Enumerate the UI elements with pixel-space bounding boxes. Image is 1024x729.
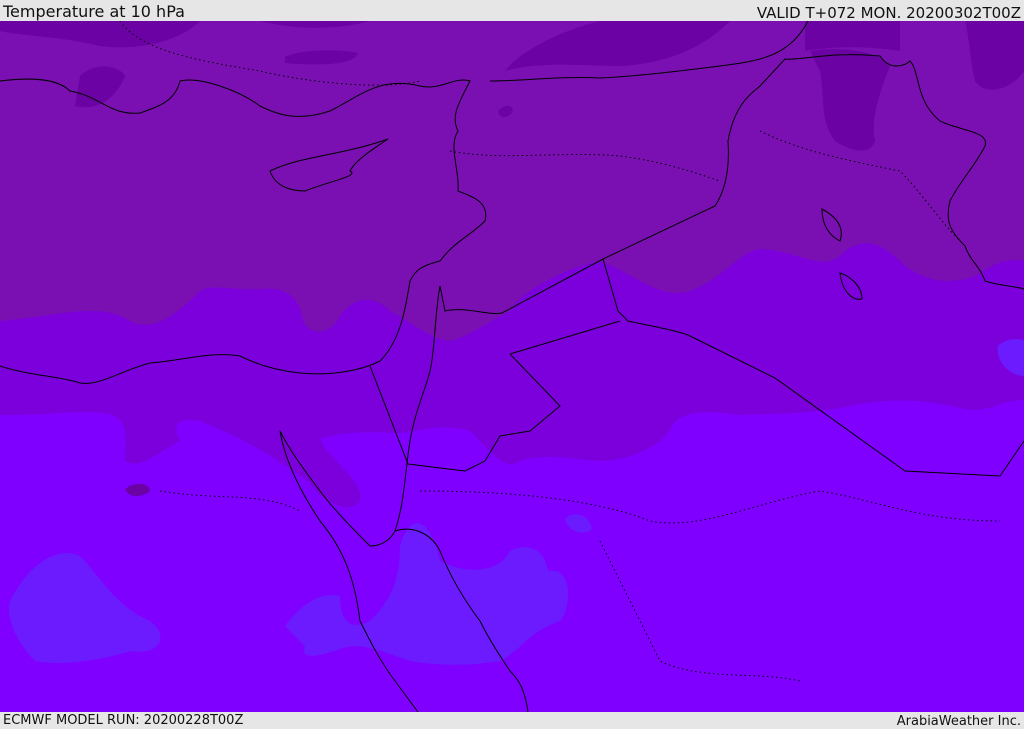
valid-time: VALID T+072 MON. 20200302T00Z [756, 4, 1021, 22]
temperature-map [0, 21, 1024, 712]
footer-bar: ECMWF MODEL RUN: 20200228T00Z ArabiaWeat… [0, 712, 1024, 729]
map-title: Temperature at 10 hPa [3, 2, 185, 21]
credit: ArabiaWeather Inc. [896, 714, 1021, 729]
model-run: ECMWF MODEL RUN: 20200228T00Z [3, 713, 244, 728]
header-bar: Temperature at 10 hPa VALID T+072 MON. 2… [0, 0, 1024, 21]
